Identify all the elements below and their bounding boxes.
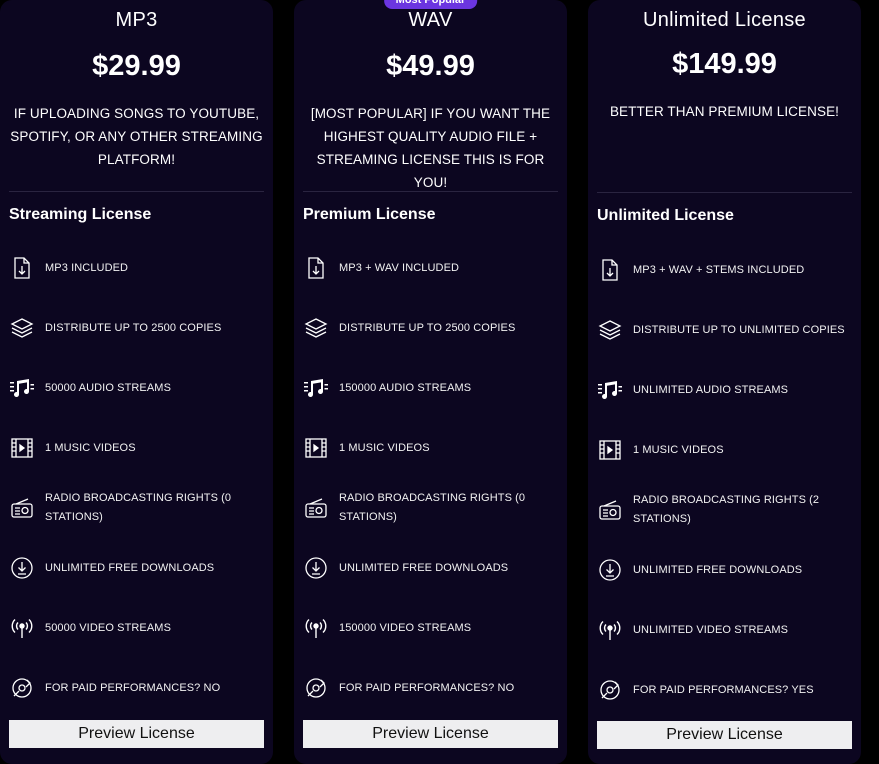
plan-description: BETTER THAN PREMIUM LICENSE!	[609, 104, 840, 119]
feature-text: DISTRIBUTE UP TO UNLIMITED COPIES	[633, 323, 845, 336]
feature-row: 50000 AUDIO STREAMS	[9, 370, 264, 406]
plan-price: $29.99	[92, 50, 181, 82]
feature-text: FOR PAID PERFORMANCES? NO	[339, 681, 515, 694]
pricing-card-mp3: MP3 $29.99 IF UPLOADING SONGS TO YOUTUBE…	[0, 0, 273, 764]
layers-icon	[303, 315, 329, 341]
film-icon	[9, 435, 35, 461]
feature-text: MP3 INCLUDED	[45, 261, 129, 274]
feature-row: UNLIMITED FREE DOWNLOADS	[597, 552, 852, 588]
feature-row: DISTRIBUTE UP TO UNLIMITED COPIES	[597, 312, 852, 348]
plan-price: $149.99	[672, 48, 777, 80]
music-note-icon	[9, 375, 35, 401]
film-icon	[303, 435, 329, 461]
feature-row: DISTRIBUTE UP TO 2500 COPIES	[9, 310, 264, 346]
divider	[9, 191, 264, 192]
feature-text: UNLIMITED VIDEO STREAMS	[633, 623, 789, 636]
preview-license-button[interactable]: Preview License	[9, 720, 264, 748]
feature-row: 1 MUSIC VIDEOS	[597, 432, 852, 468]
feature-row: FOR PAID PERFORMANCES? YES	[597, 672, 852, 708]
layers-icon	[597, 317, 623, 343]
feature-text: 1 MUSIC VIDEOS	[633, 443, 724, 456]
preview-license-button[interactable]: Preview License	[597, 721, 852, 749]
file-download-icon	[9, 255, 35, 281]
feature-row: 1 MUSIC VIDEOS	[9, 430, 264, 466]
broadcast-icon	[303, 615, 329, 641]
music-note-icon	[303, 375, 329, 401]
plan-description: [MOST POPULAR] IF YOU WANT THE HIGHEST Q…	[310, 106, 551, 190]
feature-row: UNLIMITED FREE DOWNLOADS	[303, 550, 558, 586]
feature-row: DISTRIBUTE UP TO 2500 COPIES	[303, 310, 558, 346]
feature-text: MP3 + WAV + STEMS INCLUDED	[633, 263, 805, 276]
feature-text: 1 MUSIC VIDEOS	[45, 441, 136, 454]
download-circle-icon	[597, 557, 623, 583]
feature-text: 150000 AUDIO STREAMS	[339, 381, 472, 394]
feature-text: DISTRIBUTE UP TO 2500 COPIES	[45, 321, 222, 334]
radio-icon	[597, 497, 623, 523]
plan-description: IF UPLOADING SONGS TO YOUTUBE, SPOTIFY, …	[10, 106, 263, 167]
radio-icon	[303, 495, 329, 521]
feature-text: DISTRIBUTE UP TO 2500 COPIES	[339, 321, 516, 334]
layers-icon	[9, 315, 35, 341]
pricing-card-wav: Most Popular WAV $49.99 [MOST POPULAR] I…	[294, 0, 567, 764]
preview-license-button[interactable]: Preview License	[303, 720, 558, 748]
performance-icon	[303, 675, 329, 701]
feature-row: MP3 + WAV INCLUDED	[303, 250, 558, 286]
feature-row: MP3 INCLUDED	[9, 250, 264, 286]
download-circle-icon	[9, 555, 35, 581]
film-icon	[597, 437, 623, 463]
plan-name: WAV	[408, 9, 453, 31]
feature-row: 150000 VIDEO STREAMS	[303, 610, 558, 646]
plan-name: Unlimited License	[643, 9, 806, 31]
feature-row: 150000 AUDIO STREAMS	[303, 370, 558, 406]
feature-text: FOR PAID PERFORMANCES? NO	[45, 681, 221, 694]
feature-row: RADIO BROADCASTING RIGHTS (0 STATIONS)	[9, 490, 264, 526]
feature-text: 50000 AUDIO STREAMS	[45, 381, 172, 394]
feature-row: FOR PAID PERFORMANCES? NO	[303, 670, 558, 706]
feature-text: MP3 + WAV INCLUDED	[339, 261, 460, 274]
feature-row: RADIO BROADCASTING RIGHTS (0 STATIONS)	[303, 490, 558, 526]
download-circle-icon	[303, 555, 329, 581]
feature-row: UNLIMITED VIDEO STREAMS	[597, 612, 852, 648]
radio-icon	[9, 495, 35, 521]
feature-row: UNLIMITED AUDIO STREAMS	[597, 372, 852, 408]
feature-row: 50000 VIDEO STREAMS	[9, 610, 264, 646]
broadcast-icon	[9, 615, 35, 641]
feature-text: FOR PAID PERFORMANCES? YES	[633, 683, 814, 696]
broadcast-icon	[597, 617, 623, 643]
divider	[597, 192, 852, 193]
pricing-card-unlimited: Unlimited License $149.99 BETTER THAN PR…	[588, 0, 861, 764]
feature-text: UNLIMITED FREE DOWNLOADS	[45, 561, 215, 574]
license-title: Streaming License	[9, 206, 152, 223]
performance-icon	[597, 677, 623, 703]
feature-row: 1 MUSIC VIDEOS	[303, 430, 558, 466]
feature-text: RADIO BROADCASTING RIGHTS (0 STATIONS)	[45, 492, 232, 523]
feature-row: MP3 + WAV + STEMS INCLUDED	[597, 252, 852, 288]
plan-name: MP3	[115, 9, 158, 31]
file-download-icon	[597, 257, 623, 283]
feature-text: 50000 VIDEO STREAMS	[45, 621, 172, 634]
feature-row: FOR PAID PERFORMANCES? NO	[9, 670, 264, 706]
license-title: Premium License	[303, 206, 436, 223]
feature-text: UNLIMITED FREE DOWNLOADS	[633, 563, 803, 576]
plan-price: $49.99	[386, 50, 475, 82]
license-title: Unlimited License	[597, 207, 734, 224]
performance-icon	[9, 675, 35, 701]
feature-row: UNLIMITED FREE DOWNLOADS	[9, 550, 264, 586]
feature-text: UNLIMITED AUDIO STREAMS	[633, 383, 789, 396]
file-download-icon	[303, 255, 329, 281]
feature-text: 150000 VIDEO STREAMS	[339, 621, 472, 634]
divider	[303, 191, 558, 192]
most-popular-badge: Most Popular	[383, 0, 478, 9]
music-note-icon	[597, 377, 623, 403]
feature-text: RADIO BROADCASTING RIGHTS (0 STATIONS)	[339, 492, 526, 523]
feature-text: UNLIMITED FREE DOWNLOADS	[339, 561, 509, 574]
feature-text: 1 MUSIC VIDEOS	[339, 441, 430, 454]
feature-row: RADIO BROADCASTING RIGHTS (2 STATIONS)	[597, 492, 852, 528]
feature-text: RADIO BROADCASTING RIGHTS (2 STATIONS)	[633, 494, 820, 525]
